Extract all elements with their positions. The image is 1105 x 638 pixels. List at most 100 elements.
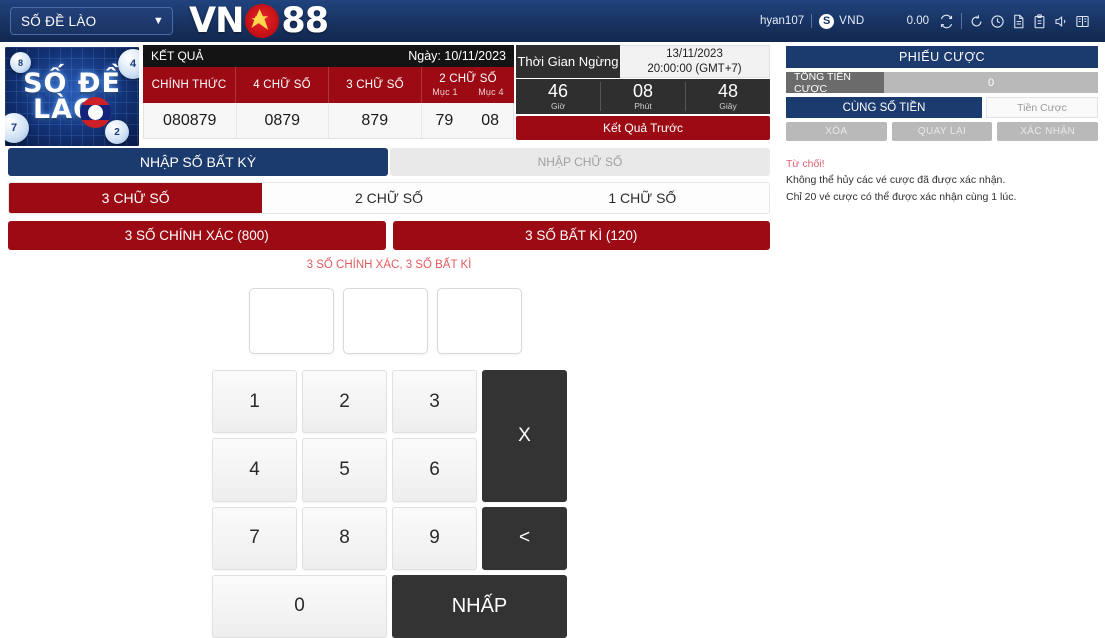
- bet-slip-mode-row: CÙNG SỐ TIỀN Tiền Cược: [786, 97, 1098, 118]
- countdown-minutes-label: Phút: [634, 101, 652, 112]
- key-9[interactable]: 9: [392, 506, 477, 570]
- top-bar-right: hyan107 S VND 0.00: [760, 13, 1105, 29]
- laos-flag-icon: [80, 97, 111, 128]
- bet-slip-panel: PHIẾU CƯỢC TỔNG TIỀN CƯỢC 0 CÙNG SỐ TIỀN…: [786, 46, 1099, 205]
- numeric-keypad: 1 2 3 X 4 5 6 7 8 9 < 0 NHẤP: [212, 370, 567, 638]
- countdown-unit-seconds: 48 Giây: [686, 82, 770, 111]
- currency-label: VND: [839, 15, 865, 27]
- tab-enter-digits[interactable]: NHẬP CHỮ SỐ: [390, 148, 770, 176]
- star-icon: [245, 4, 280, 38]
- reload-icon[interactable]: [969, 14, 984, 29]
- key-8[interactable]: 8: [302, 506, 387, 570]
- previous-result-button[interactable]: Kết Quả Trước: [516, 116, 770, 140]
- tab-enter-any-number[interactable]: NHẬP SỐ BẤT KỲ: [8, 148, 388, 176]
- bet-mode-any-button[interactable]: 3 SỐ BẤT KÌ (120): [392, 221, 770, 250]
- same-amount-button[interactable]: CÙNG SỐ TIỀN: [786, 97, 982, 118]
- key-0[interactable]: 0: [212, 574, 387, 638]
- key-multiply[interactable]: X: [482, 370, 567, 502]
- bet-slip-message-title: Từ chối!: [786, 158, 825, 170]
- divider: [961, 13, 962, 29]
- tab-1-digit[interactable]: 1 CHỮ SỐ: [516, 183, 769, 213]
- chevron-down-icon: ▼: [152, 14, 164, 27]
- game-selector-dropdown[interactable]: SỐ ĐỀ LÀO ▼: [10, 7, 173, 35]
- results-column-header: 4 CHỮ SỐ: [236, 67, 329, 103]
- results-subcolumn-label: Mục 1: [432, 86, 458, 97]
- results-value-two-digit: 79 08: [422, 103, 514, 138]
- results-values-row: 080879 0879 879 79 08: [143, 103, 514, 139]
- submit-button[interactable]: NHẤP: [392, 574, 567, 638]
- countdown-label: Thời Gian Ngừng: [516, 45, 620, 78]
- bet-mode-exact-button[interactable]: 3 SỐ CHÍNH XÁC (800): [8, 221, 386, 250]
- tab-2-digits[interactable]: 2 CHỮ SỐ: [262, 183, 515, 213]
- key-2[interactable]: 2: [302, 370, 387, 434]
- app-root: SỐ ĐỀ LÀO ▼ VN 88 hyan107 S VND 0.00 8 7…: [0, 0, 1105, 638]
- brand-text-left: VN: [189, 1, 244, 41]
- results-column-headers: CHÍNH THỨC 4 CHỮ SỐ 3 CHỮ SỐ 2 CHỮ SỐ Mụ…: [143, 67, 514, 103]
- countdown-hours-value: 46: [547, 81, 569, 102]
- results-value: 879: [329, 103, 422, 138]
- results-column-header-two-digit: 2 CHỮ SỐ Mục 1 Mục 4: [422, 67, 514, 103]
- key-5[interactable]: 5: [302, 438, 387, 502]
- bet-slip-total-value: 0: [884, 72, 1098, 93]
- bet-slip-actions: XÓA QUAY LẠI XÁC NHẬN: [786, 122, 1099, 141]
- book-icon[interactable]: [1075, 14, 1090, 29]
- refresh-icon[interactable]: [939, 14, 954, 29]
- confirm-button[interactable]: XÁC NHẬN: [997, 122, 1099, 141]
- results-column-header-label: 2 CHỮ SỐ: [439, 73, 497, 86]
- results-value: 0879: [237, 103, 329, 138]
- digit-count-tabs: 3 CHỮ SỐ 2 CHỮ SỐ 1 CHỮ SỐ: [8, 182, 770, 214]
- divider: [811, 14, 813, 28]
- results-column-header: 3 CHỮ SỐ: [329, 67, 422, 103]
- banner-line-1: SỐ ĐỀ: [23, 67, 121, 99]
- bet-mode-buttons: 3 SỐ CHÍNH XÁC (800) 3 SỐ BẤT KÌ (120): [8, 221, 770, 250]
- results-title: KẾT QUẢ: [151, 49, 204, 63]
- brand-text-right: 88: [281, 1, 329, 41]
- countdown-minutes-value: 08: [632, 81, 654, 102]
- bet-mode-subtitle: 3 SỐ CHÍNH XÁC, 3 SỐ BẤT KÌ: [306, 259, 472, 271]
- number-input-3[interactable]: [437, 288, 522, 354]
- brand-logo: VN 88: [189, 1, 329, 41]
- countdown-header: Thời Gian Ngừng 13/11/2023 20:00:00 (GMT…: [516, 45, 770, 78]
- key-3[interactable]: 3: [392, 370, 477, 434]
- results-value: 08: [481, 111, 500, 129]
- key-7[interactable]: 7: [212, 506, 297, 570]
- countdown-unit-minutes: 08 Phút: [601, 82, 686, 111]
- clear-button[interactable]: XÓA: [786, 122, 887, 141]
- document-icon[interactable]: [1011, 14, 1026, 29]
- results-panel: KẾT QUẢ Ngày: 10/11/2023 CHÍNH THỨC 4 CH…: [143, 45, 514, 139]
- bet-amount-field[interactable]: Tiền Cược: [986, 97, 1098, 118]
- undo-button[interactable]: QUAY LẠI: [891, 122, 993, 141]
- username-label: hyan107: [760, 15, 805, 27]
- results-column-header: CHÍNH THỨC: [143, 67, 236, 103]
- clipboard-icon[interactable]: [1032, 13, 1047, 29]
- results-date: Ngày: 10/11/2023: [408, 49, 506, 63]
- tab-3-digits[interactable]: 3 CHỮ SỐ: [9, 183, 263, 213]
- currency-coin-icon: S: [819, 13, 835, 29]
- bet-slip-message-line-1: Không thể hủy các vé cược đã được xác nh…: [786, 174, 1006, 187]
- history-icon[interactable]: [990, 14, 1005, 29]
- countdown-target: 13/11/2023 20:00:00 (GMT+7): [620, 45, 770, 78]
- top-bar: SỐ ĐỀ LÀO ▼ VN 88 hyan107 S VND 0.00: [0, 0, 1105, 42]
- countdown-panel: Thời Gian Ngừng 13/11/2023 20:00:00 (GMT…: [516, 45, 770, 142]
- number-input-group: [249, 288, 522, 354]
- number-input-2[interactable]: [343, 288, 428, 354]
- key-backspace[interactable]: <: [482, 506, 567, 570]
- number-input-1[interactable]: [249, 288, 334, 354]
- bet-slip-total-row: TỔNG TIỀN CƯỢC 0: [786, 71, 1098, 95]
- balance-amount: 0.00: [906, 15, 929, 27]
- banner-title: SỐ ĐỀ LÀO: [5, 47, 139, 146]
- bet-slip-message-line-2: Chỉ 20 vé cược có thể được xác nhận cùng…: [786, 190, 1017, 203]
- bet-slip-title: PHIẾU CƯỢC: [786, 46, 1098, 68]
- key-4[interactable]: 4: [212, 438, 297, 502]
- results-value: 79: [435, 111, 454, 129]
- countdown-seconds-label: Giây: [719, 101, 737, 112]
- key-1[interactable]: 1: [212, 370, 297, 434]
- game-selector-label: SỐ ĐỀ LÀO: [21, 13, 97, 29]
- speaker-icon[interactable]: [1053, 14, 1069, 29]
- results-subcolumn-label: Mục 4: [478, 86, 504, 97]
- entry-mode-tabs: NHẬP SỐ BẤT KỲ NHẬP CHỮ SỐ: [8, 148, 770, 176]
- lottery-banner: 8 7 4 2 SỐ ĐỀ LÀO: [3, 45, 141, 148]
- key-6[interactable]: 6: [392, 438, 477, 502]
- bet-slip-total-label: TỔNG TIỀN CƯỢC: [786, 71, 884, 95]
- countdown-hours-label: Giờ: [550, 101, 566, 112]
